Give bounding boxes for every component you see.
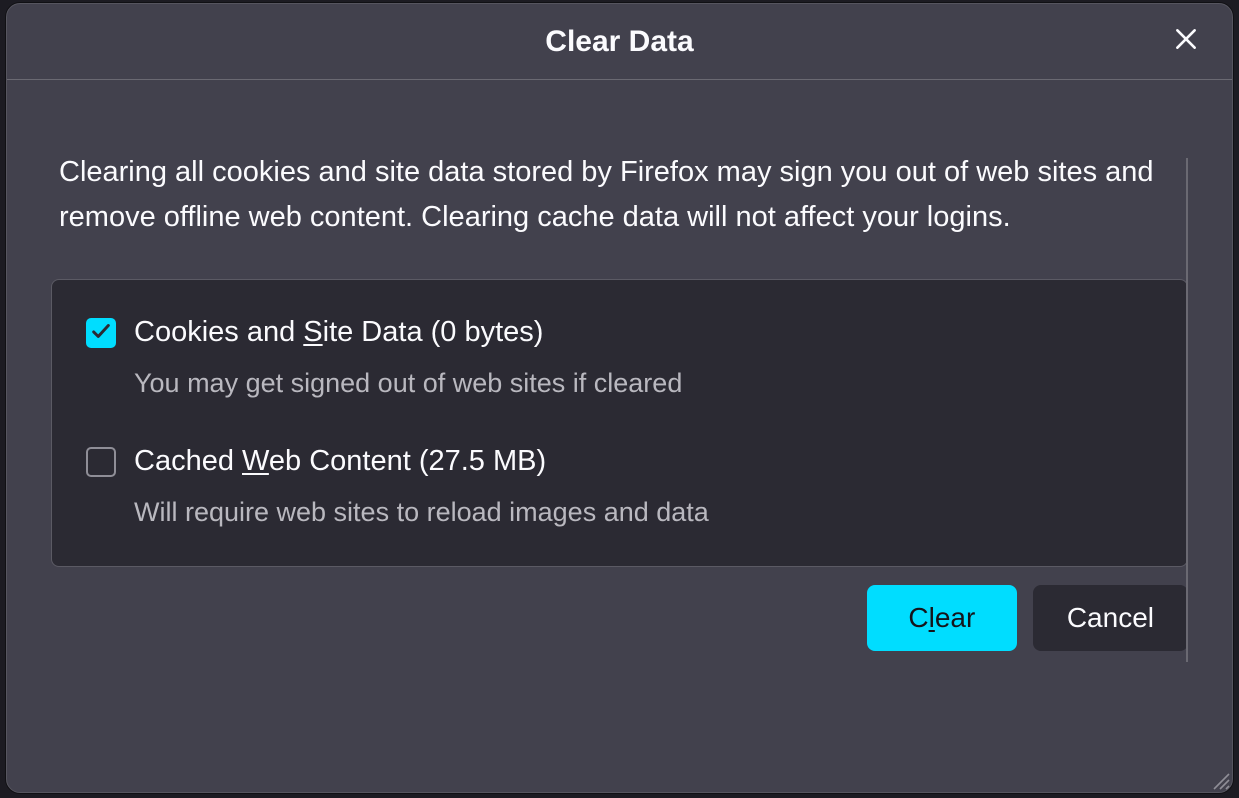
cookies-label: Cookies and Site Data (0 bytes) (134, 314, 682, 352)
cookies-sublabel: You may get signed out of web sites if c… (134, 366, 682, 401)
scrollbar[interactable] (1186, 158, 1188, 662)
cache-sublabel: Will require web sites to reload images … (134, 495, 709, 530)
cookies-checkbox[interactable] (86, 318, 116, 348)
close-button[interactable] (1166, 22, 1206, 62)
option-cached-web-content: Cached Web Content (27.5 MB) Will requir… (86, 443, 1153, 530)
dialog-description: Clearing all cookies and site data store… (59, 150, 1180, 239)
clear-data-dialog: Clear Data Clearing all cookies and site… (6, 3, 1233, 793)
close-icon (1173, 26, 1199, 57)
option-cookies-site-data: Cookies and Site Data (0 bytes) You may … (86, 314, 1153, 401)
dialog-titlebar: Clear Data (7, 4, 1232, 80)
dialog-button-row: Clear Cancel (51, 585, 1188, 651)
resize-grip[interactable] (1208, 768, 1230, 790)
cancel-button[interactable]: Cancel (1033, 585, 1188, 651)
cache-label: Cached Web Content (27.5 MB) (134, 443, 709, 481)
checkmark-icon (90, 320, 112, 347)
options-group: Cookies and Site Data (0 bytes) You may … (51, 279, 1188, 567)
dialog-title: Clear Data (545, 25, 693, 59)
cache-checkbox[interactable] (86, 447, 116, 477)
clear-button[interactable]: Clear (867, 585, 1017, 651)
